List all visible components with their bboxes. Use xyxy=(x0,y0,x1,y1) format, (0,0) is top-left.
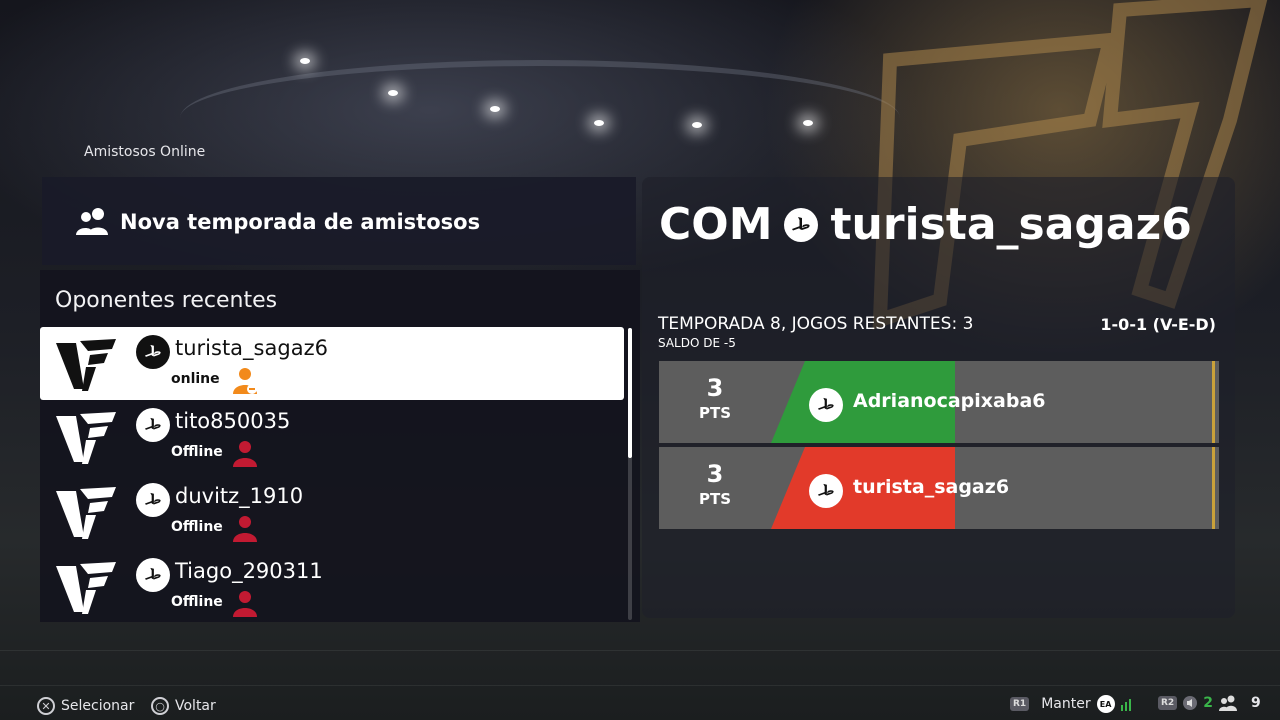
opponent-status: online xyxy=(171,371,220,387)
users-icon xyxy=(1218,695,1237,711)
person-status-icon xyxy=(233,441,257,467)
detail-title: COM turista_sagaz6 xyxy=(659,199,1192,250)
gold-accent xyxy=(1212,447,1215,529)
opponents-list: turista_sagaz6 online tito850035 Offline duv… xyxy=(40,327,624,625)
r2-button-icon: R2 xyxy=(1158,696,1178,710)
opponent-name: duvitz_1910 xyxy=(175,484,304,508)
points-box: 3 PTS xyxy=(659,361,771,443)
playstation-icon xyxy=(809,474,843,508)
status-icons: R2 2 9 xyxy=(1158,695,1261,711)
playstation-icon xyxy=(136,483,170,517)
opponent-status: Offline xyxy=(171,594,223,610)
playstation-icon xyxy=(136,558,170,592)
button-hints-bar: ✕ Selecionar ○ Voltar R1 Manter EA R2 2 … xyxy=(0,695,1280,720)
stadium-light xyxy=(594,120,604,126)
points-value: 3 xyxy=(706,374,724,402)
fc-logo-icon xyxy=(56,412,116,464)
match-detail-panel: COM turista_sagaz6 TEMPORADA 8, JOGOS RE… xyxy=(642,177,1235,618)
circle-button-icon: ○ xyxy=(151,697,169,715)
score-row: 3 PTS Adrianocapixaba6 xyxy=(659,361,1219,443)
users-count: 9 xyxy=(1250,695,1261,711)
recent-opponents-panel: Oponentes recentes turista_sagaz6 online t… xyxy=(40,270,640,622)
r1-button-icon: R1 xyxy=(1010,697,1030,711)
hold-hint[interactable]: R1 Manter EA xyxy=(1010,695,1133,713)
points-label: PTS xyxy=(698,404,732,422)
player-name: Adrianocapixaba6 xyxy=(853,390,1046,412)
select-hint[interactable]: ✕ Selecionar xyxy=(37,697,134,715)
points-box: 3 PTS xyxy=(659,447,771,529)
speaker-icon xyxy=(1183,696,1198,710)
stadium-light xyxy=(803,120,813,126)
scrollbar[interactable] xyxy=(628,328,632,620)
stadium-light xyxy=(388,90,398,96)
signal-icon xyxy=(1120,699,1131,711)
opponent-name: tito850035 xyxy=(175,409,291,433)
detail-prefix: COM xyxy=(659,199,773,250)
ea-icon: EA xyxy=(1096,695,1115,713)
playstation-icon xyxy=(784,207,819,242)
score-row: 3 PTS turista_sagaz6 xyxy=(659,447,1219,529)
stadium-background xyxy=(180,60,900,176)
stadium-light xyxy=(692,122,702,128)
select-label: Selecionar xyxy=(61,698,135,714)
opponent-name: turista_sagaz6 xyxy=(175,336,328,360)
stadium-light xyxy=(490,106,500,112)
back-hint[interactable]: ○ Voltar xyxy=(151,697,216,715)
fc-logo-icon xyxy=(56,562,116,614)
back-label: Voltar xyxy=(175,698,216,714)
fc-logo-icon xyxy=(56,487,116,539)
points-value: 3 xyxy=(706,460,724,488)
opponent-row[interactable]: tito850035 Offline xyxy=(40,400,624,475)
player-name: turista_sagaz6 xyxy=(853,476,1010,498)
person-status-icon xyxy=(233,516,257,542)
scroll-thumb[interactable] xyxy=(628,328,632,458)
person-status-icon xyxy=(233,591,257,617)
cross-button-icon: ✕ xyxy=(37,697,55,715)
hold-label: Manter xyxy=(1041,696,1091,712)
person-status-icon xyxy=(233,368,257,394)
win-draw-loss-record: 1-0-1 (V-E-D) xyxy=(1100,315,1216,334)
recent-opponents-title: Oponentes recentes xyxy=(55,288,278,313)
playstation-icon xyxy=(809,388,843,422)
floor-line xyxy=(0,650,1280,651)
fc-logo-icon xyxy=(56,339,116,391)
opponent-status: Offline xyxy=(171,444,223,460)
detail-opponent-name: turista_sagaz6 xyxy=(830,199,1192,250)
opponent-status: Offline xyxy=(171,519,223,535)
points-label: PTS xyxy=(698,490,732,508)
floor-line xyxy=(0,685,1280,686)
gold-accent xyxy=(1212,361,1215,443)
opponent-name: Tiago_290311 xyxy=(175,559,323,583)
stadium-light xyxy=(300,58,310,64)
new-season-label: Nova temporada de amistosos xyxy=(120,210,481,234)
green-count: 2 xyxy=(1203,695,1213,711)
breadcrumb: Amistosos Online xyxy=(84,144,206,160)
group-icon xyxy=(76,208,108,235)
opponent-row[interactable]: duvitz_1910 Offline xyxy=(40,475,624,550)
goal-balance: SALDO DE -5 xyxy=(658,336,736,350)
opponent-row[interactable]: turista_sagaz6online xyxy=(40,327,624,400)
season-info: TEMPORADA 8, JOGOS RESTANTES: 3 xyxy=(658,314,974,334)
playstation-icon xyxy=(136,408,170,442)
playstation-icon xyxy=(136,335,170,369)
opponent-row[interactable]: Tiago_290311 Offline xyxy=(40,550,624,625)
new-season-button[interactable]: Nova temporada de amistosos xyxy=(42,177,636,265)
